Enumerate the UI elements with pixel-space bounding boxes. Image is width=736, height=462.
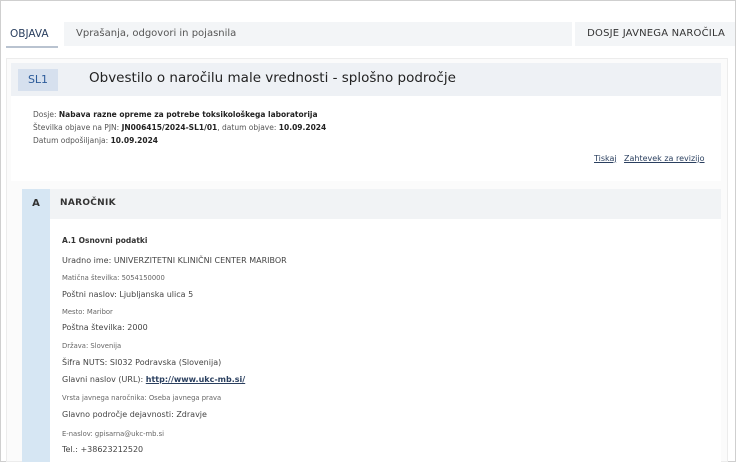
row-value: 2000 <box>127 323 148 332</box>
tab-vprasanja[interactable]: Vprašanja, odgovori in pojasnila <box>64 22 572 46</box>
row-label: Matična številka: <box>62 274 122 282</box>
row-value: Zdravje <box>176 410 207 419</box>
revision-request-link[interactable]: Zahtevek za revizijo <box>624 154 705 163</box>
row-mesto: Mesto: Maribor <box>62 308 113 316</box>
stevilka-label: Številka objave na PJN: <box>33 123 122 132</box>
datum-odposiljanja-label: Datum odpošiljanja: <box>33 136 111 145</box>
subsection-title: A.1 Osnovni podatki <box>62 236 148 245</box>
row-e-naslov: E-naslov: gpisarna@ukc-mb.si <box>62 430 164 438</box>
row-label: Glavno področje dejavnosti: <box>62 410 177 419</box>
row-label: Tel.: <box>62 445 81 454</box>
row-value: gpisarna@ukc-mb.si <box>94 430 165 438</box>
row-label: Glavni naslov (URL): <box>62 375 146 384</box>
stevilka-line: Številka objave na PJN: JN006415/2024-SL… <box>33 123 326 132</box>
row-url: Glavni naslov (URL): http://www.ukc-mb.s… <box>62 375 245 384</box>
notice-card: SL1 Obvestilo o naročilu male vrednosti … <box>11 63 721 181</box>
dosje-value: Nabava razne opreme za potrebe toksikolo… <box>58 110 318 119</box>
section-stripe: A <box>22 189 50 462</box>
print-link[interactable]: Tiskaj <box>594 154 617 163</box>
row-value: SI032 Podravska (Slovenija) <box>109 358 222 367</box>
row-value: UNIVERZITETNI KLINIČNI CENTER MARIBOR <box>113 256 287 265</box>
row-label: Poštna številka: <box>62 323 128 332</box>
section-letter: A <box>32 198 40 209</box>
row-value: +38623212520 <box>80 445 144 454</box>
tab-bar: OBJAVA Vprašanja, odgovori in pojasnila … <box>0 22 736 48</box>
row-label: E-naslov: <box>62 430 95 438</box>
datum-objave-label: , datum objave: <box>217 123 279 132</box>
row-telefon: Tel.: +38623212520 <box>62 445 143 454</box>
row-vrsta-narocnika: Vrsta javnega naročnika: Oseba javnega p… <box>62 394 221 402</box>
row-label: Mesto: <box>62 308 87 316</box>
row-label: Šifra NUTS: <box>62 358 110 367</box>
datum-odposiljanja-line: Datum odpošiljanja: 10.09.2024 <box>33 136 158 145</box>
row-podrocje: Glavno področje dejavnosti: Zdravje <box>62 410 207 419</box>
tab-dosje[interactable]: DOSJE JAVNEGA NAROČILA <box>575 22 735 46</box>
section-title: NAROČNIK <box>60 198 116 208</box>
row-label: Vrsta javnega naročnika: <box>62 394 149 402</box>
row-label: Država: <box>62 342 91 350</box>
row-value: Maribor <box>86 308 113 316</box>
datum-odposiljanja-value: 10.09.2024 <box>110 136 159 145</box>
row-maticna: Matična številka: 5054150000 <box>62 274 165 282</box>
row-postna-stevilka: Poštna številka: 2000 <box>62 323 148 332</box>
notice-type-badge: SL1 <box>18 69 58 91</box>
row-postni-naslov: Poštni naslov: Ljubljanska ulica 5 <box>62 290 193 299</box>
tab-objava[interactable]: OBJAVA <box>6 22 58 48</box>
dosje-line: Dosje: Nabava razne opreme za potrebe to… <box>33 110 318 119</box>
notice-title: Obvestilo o naročilu male vrednosti - sp… <box>89 70 456 86</box>
url-link[interactable]: http://www.ukc-mb.si/ <box>146 375 245 384</box>
section-header: NAROČNIK <box>50 189 721 219</box>
row-value: Slovenija <box>90 342 122 350</box>
row-value: 5054150000 <box>121 274 165 282</box>
row-value: Ljubljanska ulica 5 <box>119 290 194 299</box>
row-nuts: Šifra NUTS: SI032 Podravska (Slovenija) <box>62 358 221 367</box>
row-uradno-ime: Uradno ime: UNIVERZITETNI KLINIČNI CENTE… <box>62 256 287 265</box>
stevilka-value: JN006415/2024-SL1/01 <box>121 123 218 132</box>
notice-header: SL1 Obvestilo o naročilu male vrednosti … <box>11 63 721 96</box>
row-value: Oseba javnega prava <box>148 394 222 402</box>
row-drzava: Država: Slovenija <box>62 342 121 350</box>
dosje-label: Dosje: <box>33 110 59 119</box>
row-label: Poštni naslov: <box>62 290 120 299</box>
datum-objave-value: 10.09.2024 <box>278 123 327 132</box>
row-label: Uradno ime: <box>62 256 114 265</box>
